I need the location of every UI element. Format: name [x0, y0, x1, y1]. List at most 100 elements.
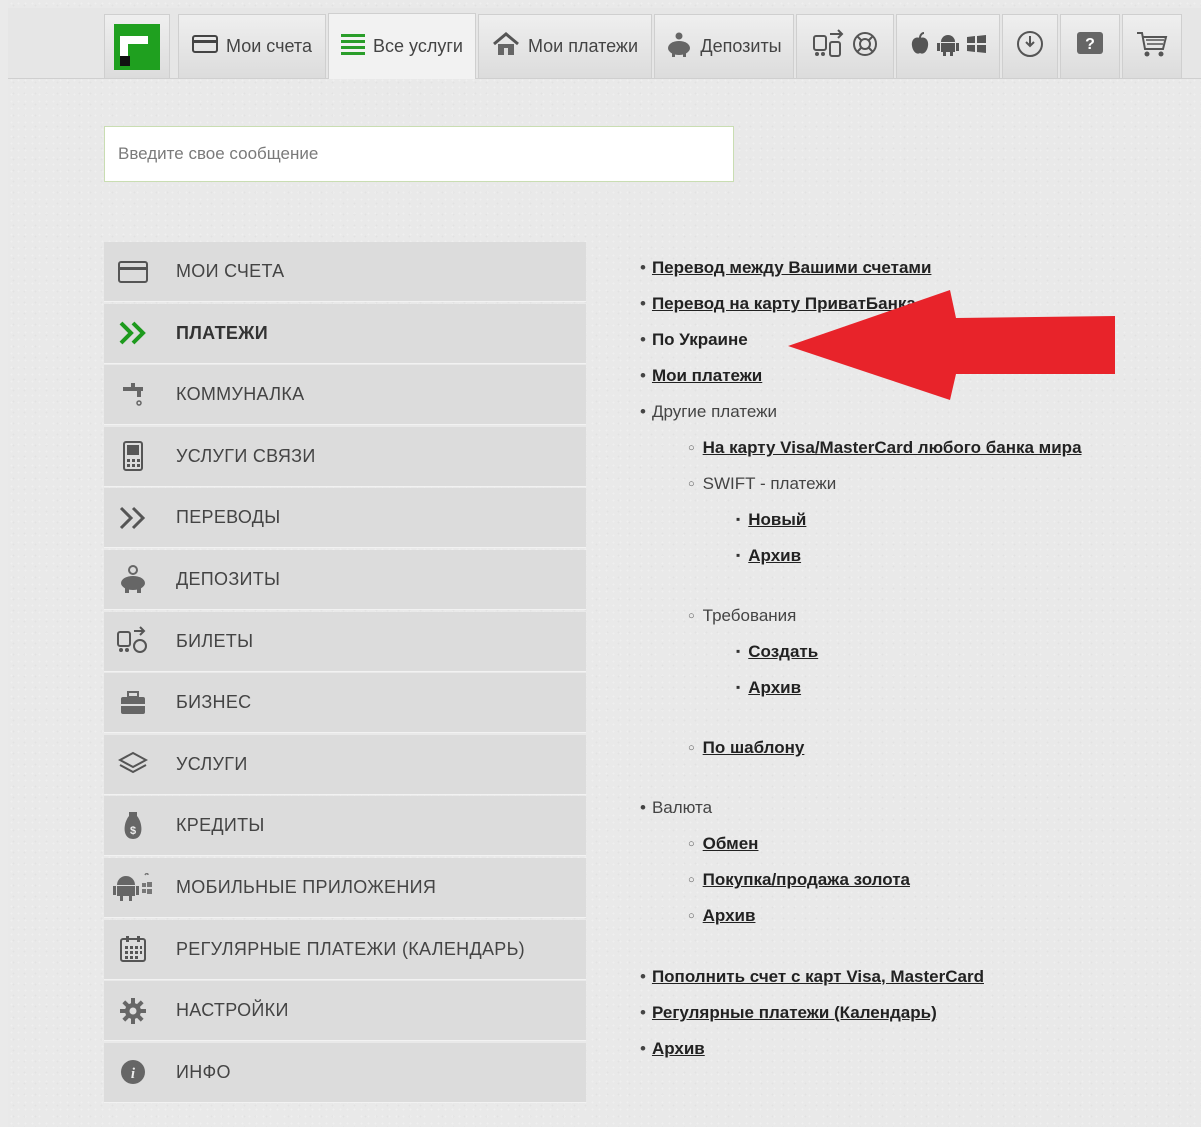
link-swift-new[interactable]: Новый — [748, 510, 806, 529]
privatbank-logo[interactable] — [104, 14, 170, 78]
tab-label: Все услуги — [373, 36, 463, 56]
link-ukraine[interactable]: По Украине — [652, 330, 748, 349]
menu-item-utilities[interactable]: КОММУНАЛКА — [104, 365, 586, 426]
link-transfer-own-accounts[interactable]: Перевод между Вашими счетами — [652, 258, 931, 277]
list-item: Обмен — [688, 834, 759, 854]
tab-label: Депозиты — [700, 36, 782, 56]
list-item: Требования — [688, 606, 797, 626]
list-item: Архив — [736, 678, 801, 698]
money-bag-icon: $ — [104, 811, 162, 841]
list-item: Регулярные платежи (Календарь) — [640, 1003, 937, 1023]
label-swift: SWIFT - платежи — [702, 474, 837, 493]
card-icon — [104, 260, 162, 283]
tab-cart[interactable] — [1122, 14, 1182, 78]
house-icon — [492, 32, 520, 61]
label-requirements: Требования — [702, 606, 797, 625]
calendar-icon — [104, 935, 162, 963]
gear-icon — [104, 997, 162, 1025]
link-topup-visa[interactable]: Пополнить счет с карт Visa, MasterCard — [652, 967, 984, 986]
info-icon: i — [104, 1059, 162, 1085]
link-currency-archive[interactable]: Архив — [703, 906, 756, 925]
apple-icon — [909, 32, 931, 61]
tab-my-payments[interactable]: Мои платежи — [478, 14, 652, 78]
list-item: Покупка/продажа золота — [688, 870, 910, 890]
tab-label: Мои платежи — [527, 36, 639, 56]
lifebuoy-icon — [852, 31, 878, 62]
menu-item-tickets[interactable]: БИЛЕТЫ — [104, 611, 586, 672]
list-item: Другие платежи — [640, 402, 777, 422]
label-other-payments: Другие платежи — [651, 402, 778, 421]
menu-item-settings[interactable]: НАСТРОЙКИ — [104, 981, 586, 1042]
list-item: По шаблону — [688, 738, 805, 758]
list-item: По Украине — [640, 330, 748, 350]
list-item: SWIFT - платежи — [688, 474, 837, 494]
menu-item-info[interactable]: i ИНФО — [104, 1042, 586, 1103]
cart-icon — [1136, 30, 1168, 63]
label-currency: Валюта — [651, 798, 713, 817]
link-archive[interactable]: Архив — [652, 1039, 705, 1058]
tab-help[interactable]: ? — [1060, 14, 1120, 78]
menu-item-deposits[interactable]: ДЕПОЗИТЫ — [104, 549, 586, 610]
android-icon — [937, 32, 959, 61]
phone-icon — [104, 441, 162, 472]
tab-my-accounts[interactable]: Мои счета — [178, 14, 326, 78]
layers-icon — [104, 751, 162, 777]
svg-text:?: ? — [1085, 36, 1095, 53]
list-item: На карту Visa/MasterCard любого банка ми… — [688, 438, 1082, 458]
list-item: Валюта — [640, 798, 712, 818]
card-icon — [192, 35, 219, 58]
mobile-apps-icon — [104, 873, 162, 902]
menu-item-payments[interactable]: ПЛАТЕЖИ — [104, 303, 586, 364]
windows-icon — [965, 34, 987, 59]
faucet-icon — [104, 381, 162, 409]
piggy-bank-icon — [104, 564, 162, 594]
menu-item-business[interactable]: БИЗНЕС — [104, 673, 586, 734]
list-item: Мои платежи — [640, 366, 762, 386]
link-visa-any-bank[interactable]: На карту Visa/MasterCard любого банка ми… — [703, 438, 1082, 457]
tickets-icon — [104, 626, 162, 656]
double-chevron-icon — [104, 505, 162, 531]
menu-item-telecom[interactable]: УСЛУГИ СВЯЗИ — [104, 426, 586, 487]
list-item: Архив — [640, 1039, 705, 1059]
services-menu: МОИ СЧЕТА ПЛАТЕЖИ КОММУНАЛКА УСЛУГИ СВЯЗ… — [104, 242, 586, 1104]
tickets-icon — [812, 28, 848, 65]
menu-item-my-accounts[interactable]: МОИ СЧЕТА — [104, 242, 586, 302]
menu-item-regular-payments[interactable]: РЕГУЛЯРНЫЕ ПЛАТЕЖИ (КАЛЕНДАРЬ) — [104, 919, 586, 980]
message-input[interactable] — [104, 126, 734, 182]
tab-tickets[interactable] — [796, 14, 894, 78]
link-regular-payments[interactable]: Регулярные платежи (Календарь) — [652, 1003, 937, 1022]
link-my-payments[interactable]: Мои платежи — [652, 366, 762, 385]
menu-item-credits[interactable]: $ КРЕДИТЫ — [104, 796, 586, 857]
tab-deposits[interactable]: Депозиты — [654, 14, 794, 78]
power-icon — [1016, 30, 1044, 63]
privatbank-logo-icon — [114, 23, 160, 70]
menu-item-transfers[interactable]: ПЕРЕВОДЫ — [104, 488, 586, 549]
link-gold[interactable]: Покупка/продажа золота — [703, 870, 910, 889]
top-nav-bar: Мои счета Все услуги Мои платежи Депозит… — [8, 8, 1201, 79]
page: Мои счета Все услуги Мои платежи Депозит… — [8, 0, 1201, 1127]
red-arrow-annotation — [788, 290, 1115, 400]
list-item: Архив — [688, 906, 756, 926]
link-swift-archive[interactable]: Архив — [748, 546, 801, 565]
link-exchange[interactable]: Обмен — [703, 834, 759, 853]
menu-item-mobile-apps[interactable]: МОБИЛЬНЫЕ ПРИЛОЖЕНИЯ — [104, 857, 586, 918]
list-item: Пополнить счет с карт Visa, MasterCard — [640, 967, 984, 987]
piggy-bank-icon — [666, 31, 692, 62]
link-requirements-archive[interactable]: Архив — [748, 678, 801, 697]
list-item: Новый — [736, 510, 806, 530]
link-requirements-create[interactable]: Создать — [748, 642, 818, 661]
tab-all-services[interactable]: Все услуги — [328, 13, 476, 79]
link-by-template[interactable]: По шаблону — [703, 738, 805, 757]
list-icon — [341, 33, 366, 60]
list-item: Создать — [736, 642, 818, 662]
briefcase-icon — [104, 690, 162, 716]
tab-label: Мои счета — [226, 36, 312, 56]
list-item: Перевод между Вашими счетами — [640, 258, 931, 278]
svg-text:$: $ — [130, 825, 136, 837]
menu-item-services[interactable]: УСЛУГИ — [104, 734, 586, 795]
help-icon: ? — [1076, 31, 1104, 62]
tab-mobile-apps[interactable] — [896, 14, 1000, 78]
double-chevron-icon — [104, 320, 162, 346]
tab-exit[interactable] — [1002, 14, 1058, 78]
list-item: Архив — [736, 546, 801, 566]
